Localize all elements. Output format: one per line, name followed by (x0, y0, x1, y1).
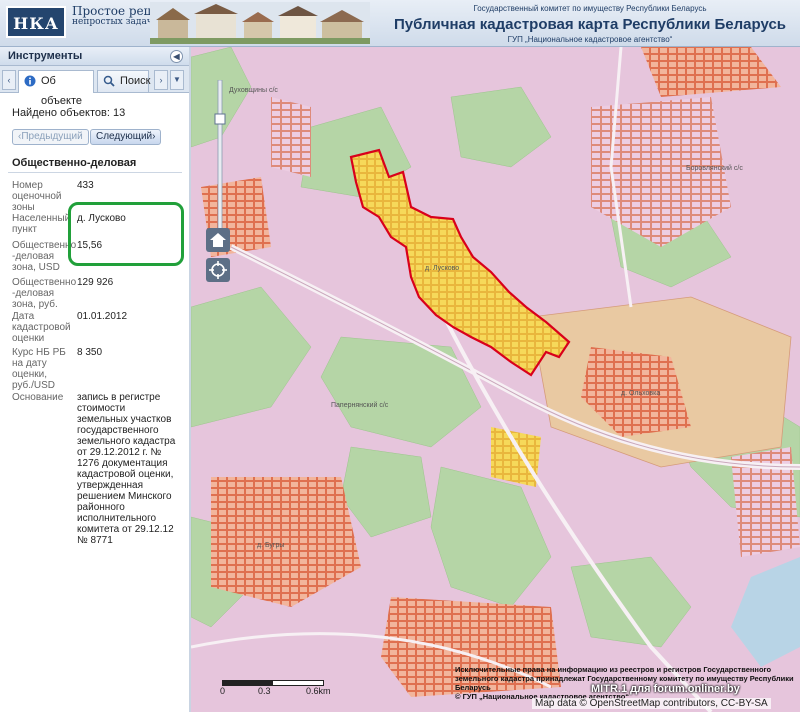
locate-button[interactable] (206, 258, 230, 282)
section-divider (8, 172, 182, 173)
tab-search[interactable]: Поиск (97, 70, 151, 92)
section-title: Общественно-деловая (12, 157, 137, 169)
crosshair-icon (209, 261, 227, 279)
tabs-scroll-right-button[interactable]: › (154, 70, 168, 90)
attr-label-zone-number: Номер оценочной зоны (12, 180, 62, 213)
scale-label-0: 0 (220, 686, 226, 696)
previous-button[interactable]: ‹Предыдущий (12, 129, 89, 145)
map-label-village-2: д. Ольховка (621, 390, 661, 397)
map-label-council-2: Папернянский с/с (331, 402, 389, 409)
tabs-scroll-left-button[interactable]: ‹ (2, 70, 16, 90)
next-button[interactable]: Следующий› (90, 129, 162, 145)
panel-header: Инструменты ◀ (0, 47, 189, 66)
attr-value-valuation-date: 01.01.2012 (77, 311, 128, 322)
houses-illustration (150, 2, 370, 44)
green-highlight-annotation (68, 202, 184, 266)
attr-value-basis: запись в регистре стоимости земельных уч… (77, 392, 176, 546)
attr-label-zone-rub: Общественно -деловая зона, руб. (12, 277, 77, 310)
info-icon (24, 75, 36, 87)
forum-watermark: MITR.1 для forum.onliner.by (591, 683, 740, 695)
map-label-village-luskovo: д. Лусково (425, 265, 460, 272)
map-label-village-3: д. Бугры (257, 542, 285, 549)
scale-label-2: 0.6km (306, 686, 331, 696)
gov-committee-text: Государственный комитет по имуществу Рес… (473, 4, 707, 13)
tab-search-label: Поиск (120, 75, 151, 87)
cadastral-map[interactable]: Духовщины с/с Папернянский с/с Боровлянс… (191, 47, 800, 712)
panel-tabs: ‹ Об объекте Поиск › ▼ (0, 66, 189, 107)
attr-label-settlement: Населенный пункт (12, 213, 71, 235)
tabs-menu-dropdown-icon[interactable]: ▼ (170, 70, 184, 90)
attr-label-exchange-rate: Курс НБ РБ на дату оценки, руб./USD (12, 347, 66, 391)
zoom-slider[interactable] (214, 80, 226, 250)
header-title-block: Государственный комитет по имуществу Рес… (380, 4, 800, 44)
found-count: Найдено объектов: 13 (12, 107, 126, 119)
map-label-council-3: Боровлянский с/с (686, 165, 743, 172)
agency-text: ГУП „Национальное кадастровое агентство“ (507, 35, 673, 44)
home-icon (210, 233, 226, 247)
attr-value-exchange-rate: 8 350 (77, 347, 103, 358)
scale-bar: 0 0.3 0.6km (220, 680, 332, 704)
home-button[interactable] (206, 228, 230, 252)
app-header: НКА Простое решение непростых задач Госу… (0, 0, 800, 47)
attr-value-zone-rub: 129 926 (77, 277, 114, 288)
collapse-panel-icon[interactable]: ◀ (170, 50, 183, 63)
tab-about-object[interactable]: Об объекте (18, 70, 94, 107)
attr-label-basis: Основание (12, 392, 64, 403)
map-label-council-1: Духовщины с/с (229, 87, 278, 94)
tab-about-object-label: Об объекте (41, 75, 83, 107)
attr-label-zone-usd: Общественно -деловая зона, USD (12, 240, 77, 273)
attr-value-zone-number: 433 (77, 180, 94, 191)
page-title: Публичная кадастровая карта Республики Б… (393, 16, 787, 33)
nka-logo[interactable]: НКА (6, 6, 66, 38)
scale-label-1: 0.3 (258, 686, 271, 696)
attr-label-valuation-date: Дата кадастровой оценки (12, 311, 71, 344)
map-canvas[interactable] (191, 47, 800, 712)
search-icon (103, 75, 115, 87)
panel-title: Инструменты (8, 50, 83, 62)
osm-attribution[interactable]: Map data © OpenStreetMap contributors, C… (532, 698, 771, 709)
tools-panel: Инструменты ◀ ‹ Об объекте Поиск › ▼ Най… (0, 47, 191, 712)
